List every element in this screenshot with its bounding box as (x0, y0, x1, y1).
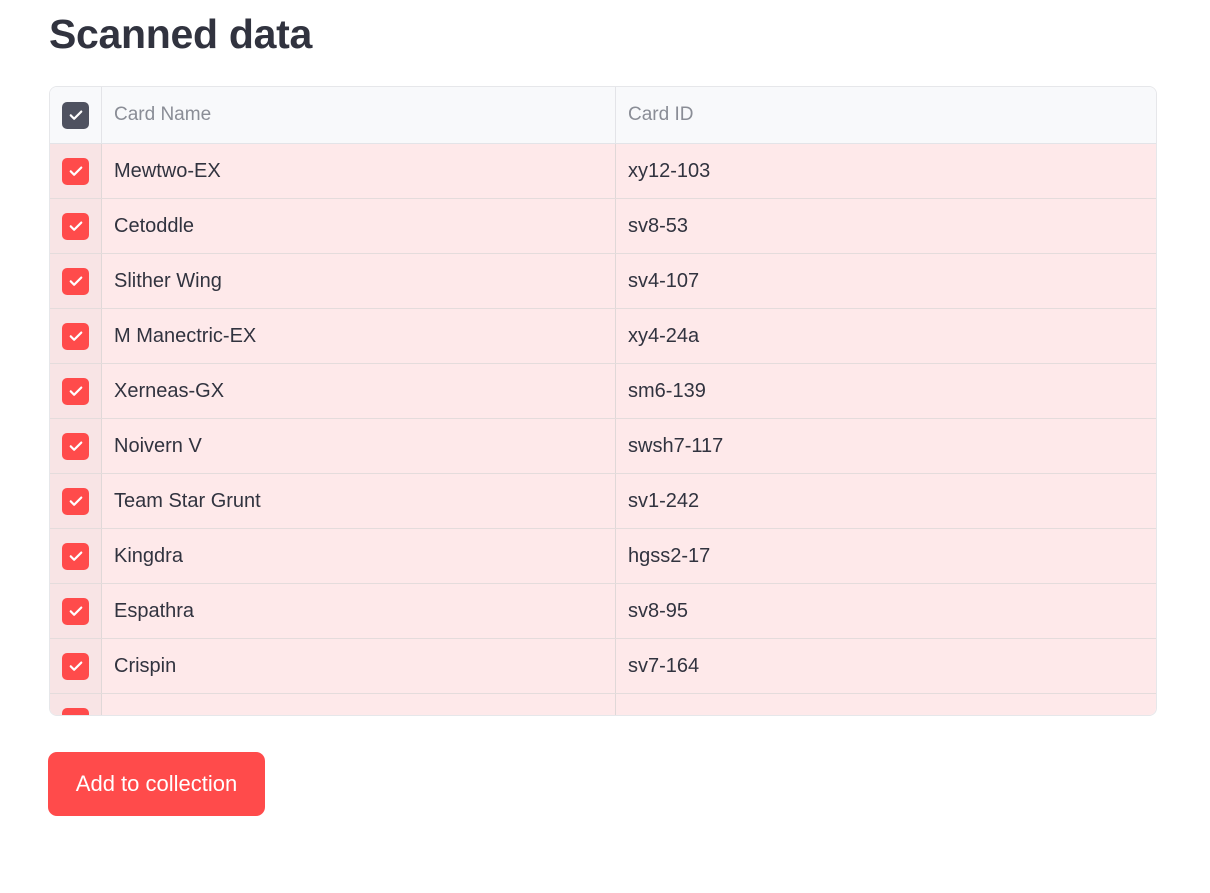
check-icon (67, 712, 85, 716)
row-select-cell (50, 639, 102, 693)
row-checkbox[interactable] (62, 322, 89, 350)
row-select-cell (50, 144, 102, 198)
row-select-cell (50, 474, 102, 528)
card-id-cell[interactable]: swsh7-117 (616, 419, 1156, 473)
check-icon (69, 386, 82, 396)
check-icon (69, 606, 82, 616)
row-checkbox[interactable] (62, 377, 89, 405)
row-select-cell (50, 584, 102, 638)
card-id-cell[interactable]: sv1-242 (616, 474, 1156, 528)
card-id-cell[interactable] (616, 694, 1156, 715)
row-checkbox[interactable] (62, 267, 89, 295)
check-icon (69, 551, 82, 561)
table-row[interactable]: Crispin sv7-164 (50, 639, 1156, 694)
table-row[interactable]: Team Star Grunt sv1-242 (50, 474, 1156, 529)
column-header-card-id[interactable]: Card ID (616, 87, 1156, 143)
add-to-collection-button[interactable]: Add to collection (48, 752, 265, 816)
row-checkbox[interactable] (62, 542, 89, 570)
card-name-cell[interactable]: Xerneas-GX (102, 364, 616, 418)
table-row[interactable]: Mewtwo-EX xy12-103 (50, 144, 1156, 199)
table-row[interactable]: Xerneas-GX sm6-139 (50, 364, 1156, 419)
row-select-cell (50, 254, 102, 308)
card-id-cell[interactable]: sv4-107 (616, 254, 1156, 308)
table-row-partial[interactable] (50, 694, 1156, 716)
check-icon (69, 110, 82, 120)
card-name-cell[interactable]: Kingdra (102, 529, 616, 583)
select-all-cell (50, 87, 102, 143)
row-checkbox[interactable] (62, 432, 89, 460)
check-icon (69, 661, 82, 671)
row-select-cell (50, 529, 102, 583)
card-id-cell[interactable]: sv8-95 (616, 584, 1156, 638)
table-row[interactable]: Noivern Vswsh7-117 (50, 419, 1156, 474)
row-select-cell (50, 694, 102, 716)
check-icon (69, 221, 82, 231)
column-header-card-name[interactable]: Card Name (102, 87, 616, 143)
check-icon (69, 331, 82, 341)
table-row[interactable]: Kingdra hgss2-17 (50, 529, 1156, 584)
card-name-cell[interactable]: Cetoddle (102, 199, 616, 253)
row-checkbox[interactable] (62, 597, 89, 625)
table-row[interactable]: Slither Wing sv4-107 (50, 254, 1156, 309)
row-checkbox[interactable] (62, 652, 89, 680)
row-checkbox[interactable] (62, 707, 89, 716)
table-header: Card Name Card ID (50, 87, 1156, 144)
card-name-cell[interactable]: Espathra (102, 584, 616, 638)
row-checkbox[interactable] (62, 212, 89, 240)
table-row[interactable]: Espathra sv8-95 (50, 584, 1156, 639)
card-name-cell[interactable]: Noivern V (102, 419, 616, 473)
select-all-checkbox[interactable] (62, 101, 89, 129)
row-select-cell (50, 309, 102, 363)
row-checkbox[interactable] (62, 487, 89, 515)
card-name-cell[interactable]: Mewtwo-EX (102, 144, 616, 198)
row-select-cell (50, 364, 102, 418)
card-name-cell[interactable]: Crispin (102, 639, 616, 693)
check-icon (69, 496, 82, 506)
card-id-cell[interactable]: sv7-164 (616, 639, 1156, 693)
card-id-cell[interactable]: sv8-53 (616, 199, 1156, 253)
page-title: Scanned data (49, 11, 312, 57)
row-select-cell (50, 199, 102, 253)
check-icon (69, 441, 82, 451)
row-checkbox[interactable] (62, 157, 89, 185)
table-row[interactable]: M Manectric-EX xy4-24a (50, 309, 1156, 364)
scanned-data-table: Card Name Card ID Mewtwo-EX xy12-103 Cetod… (49, 86, 1157, 716)
row-select-cell (50, 419, 102, 473)
card-id-cell[interactable]: xy4-24a (616, 309, 1156, 363)
check-icon (69, 166, 82, 176)
card-id-cell[interactable]: hgss2-17 (616, 529, 1156, 583)
card-name-cell[interactable]: M Manectric-EX (102, 309, 616, 363)
check-icon (69, 276, 82, 286)
card-name-cell[interactable]: Slither Wing (102, 254, 616, 308)
card-name-cell[interactable] (102, 694, 616, 715)
card-name-cell[interactable]: Team Star Grunt (102, 474, 616, 528)
card-id-cell[interactable]: xy12-103 (616, 144, 1156, 198)
card-id-cell[interactable]: sm6-139 (616, 364, 1156, 418)
table-row[interactable]: Cetoddle sv8-53 (50, 199, 1156, 254)
